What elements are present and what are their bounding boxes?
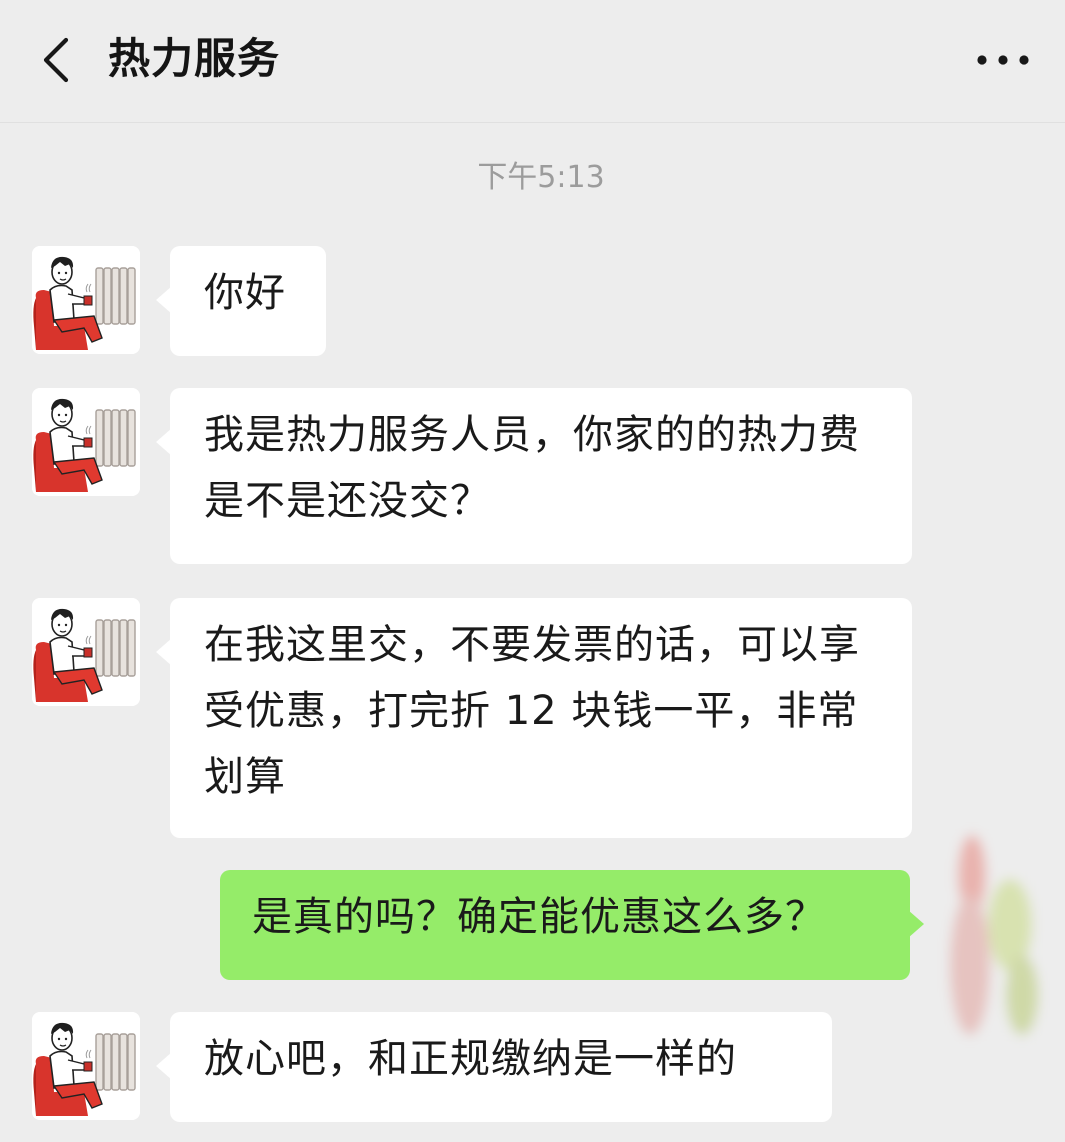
incoming-message-bubble[interactable]: 你好 — [156, 246, 326, 356]
more-horizontal-icon[interactable] — [974, 48, 1032, 72]
incoming-message-bubble[interactable]: 我是热力服务人员，你家的的热力费是不是还没交？ — [156, 388, 912, 564]
outgoing-message-bubble[interactable]: 是真的吗？确定能优惠这么多？ — [220, 870, 924, 980]
contact-avatar[interactable] — [32, 598, 140, 706]
incoming-message-bubble[interactable]: 在我这里交，不要发票的话，可以享受优惠，打完折 12 块钱一平，非常划算 — [156, 598, 912, 838]
contact-avatar[interactable] — [32, 1012, 140, 1120]
contact-avatar[interactable] — [32, 246, 140, 354]
user-avatar[interactable] — [930, 815, 1050, 1055]
incoming-message-bubble[interactable]: 放心吧，和正规缴纳是一样的 — [156, 1012, 832, 1122]
message-timestamp: 下午5:13 — [477, 160, 605, 195]
chevron-left-icon[interactable] — [36, 34, 76, 86]
contact-avatar[interactable] — [32, 388, 140, 496]
chat-header: 热力服务 — [0, 0, 1065, 123]
chat-title: 热力服务 — [108, 34, 281, 83]
